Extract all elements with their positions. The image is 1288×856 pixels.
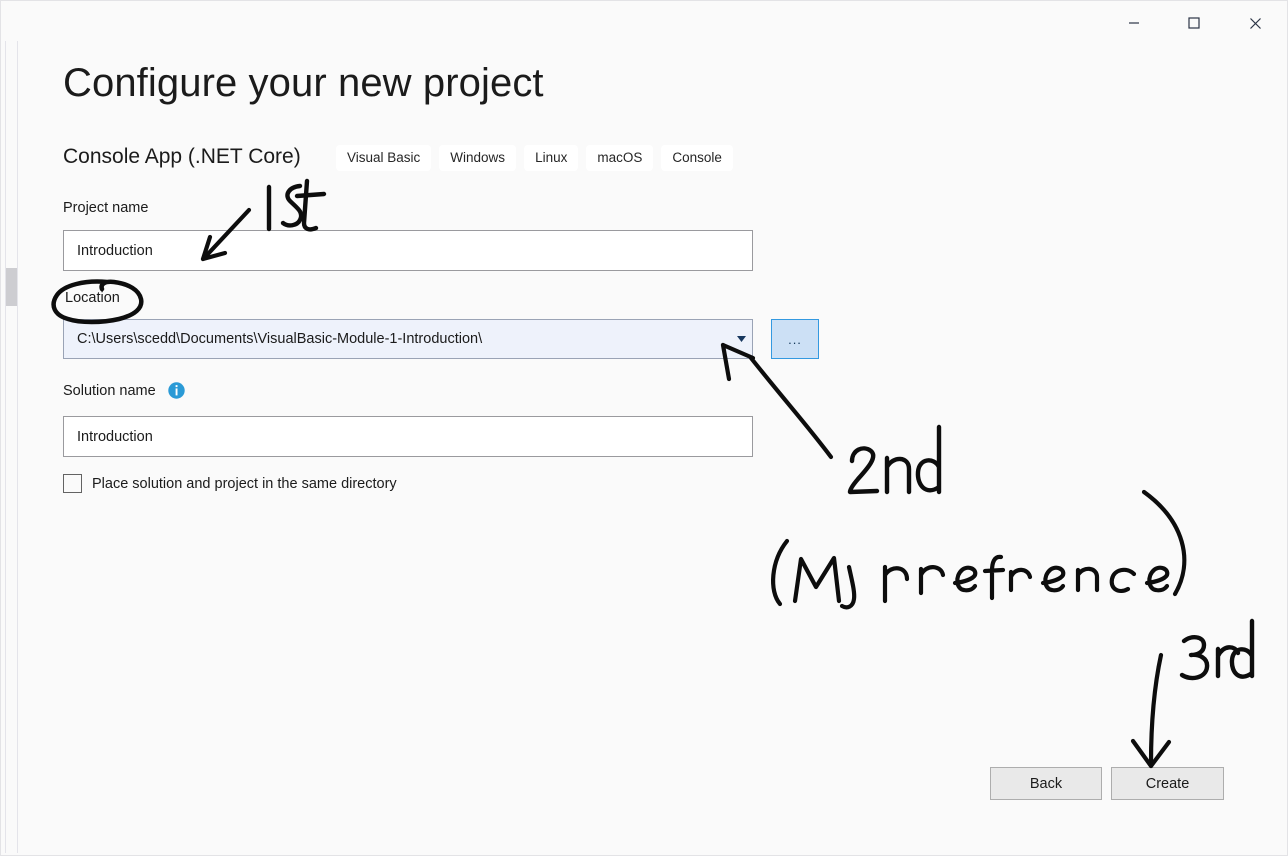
tag-linux: Linux xyxy=(524,145,579,171)
back-button[interactable]: Back xyxy=(990,767,1102,800)
scrollbar-thumb[interactable] xyxy=(6,268,17,306)
location-combobox[interactable]: C:\Users\scedd\Documents\VisualBasic-Mod… xyxy=(63,319,753,359)
solution-name-label: Solution name xyxy=(63,383,156,399)
minimize-icon xyxy=(1129,22,1139,24)
location-value: C:\Users\scedd\Documents\VisualBasic-Mod… xyxy=(77,331,483,347)
solution-name-input[interactable]: Introduction xyxy=(63,416,753,457)
configure-project-dialog: Configure your new project Console App (… xyxy=(0,0,1288,856)
maximize-icon xyxy=(1188,17,1200,29)
page-title: Configure your new project xyxy=(63,61,544,105)
location-label: Location xyxy=(65,290,120,306)
info-icon[interactable] xyxy=(168,382,185,399)
template-tag-list: Visual Basic Windows Linux macOS Console xyxy=(336,145,733,171)
create-button[interactable]: Create xyxy=(1111,767,1224,800)
tag-visual-basic: Visual Basic xyxy=(336,145,432,171)
project-name-label: Project name xyxy=(63,200,149,216)
title-bar xyxy=(1,1,1287,49)
same-directory-checkbox[interactable] xyxy=(63,474,82,493)
annotation-text-preference xyxy=(771,489,1187,610)
tag-console: Console xyxy=(661,145,733,171)
browse-location-button[interactable]: ... xyxy=(771,319,819,359)
annotation-text-third xyxy=(1179,618,1255,681)
annotation-text-second xyxy=(847,424,942,495)
chevron-down-icon[interactable] xyxy=(730,320,752,358)
project-name-input[interactable]: Introduction xyxy=(63,230,753,271)
close-button[interactable] xyxy=(1232,1,1278,45)
annotation-text-first xyxy=(266,178,327,232)
tag-macos: macOS xyxy=(586,145,654,171)
vertical-scrollbar[interactable] xyxy=(5,41,18,853)
same-directory-checkbox-label: Place solution and project in the same d… xyxy=(92,475,397,492)
annotation-arrow-third xyxy=(1130,652,1172,769)
minimize-button[interactable] xyxy=(1111,1,1157,45)
close-icon xyxy=(1249,17,1261,29)
template-name: Console App (.NET Core) xyxy=(63,145,301,168)
same-directory-checkbox-row[interactable]: Place solution and project in the same d… xyxy=(63,474,397,493)
maximize-button[interactable] xyxy=(1171,1,1217,45)
tag-windows: Windows xyxy=(439,145,517,171)
